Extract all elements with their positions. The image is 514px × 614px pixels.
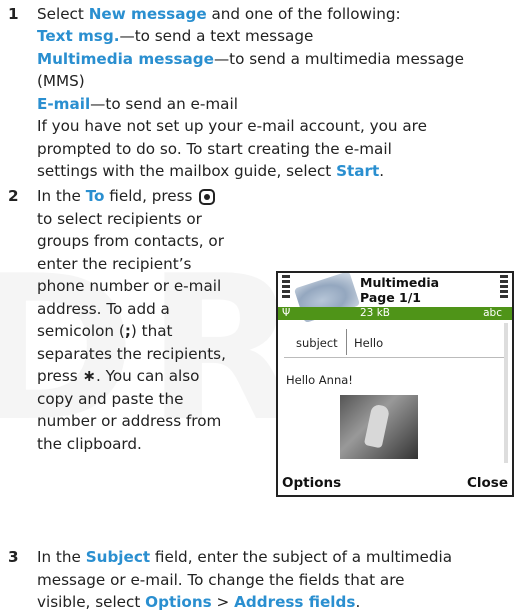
subject-field[interactable]: Hello — [354, 336, 383, 350]
step3-line2: message or e-mail. To change the fields … — [37, 571, 405, 589]
battery-level-icon — [500, 275, 508, 300]
message-body[interactable]: Hello Anna! — [286, 373, 353, 387]
input-mode-indicator: abc — [483, 307, 502, 319]
step2-line12: the clipboard. — [37, 435, 142, 453]
start-keyword: Start — [336, 162, 380, 180]
option-text-msg: Text msg.—to send a text message — [37, 27, 314, 45]
option-email: E-mail—to send an e-mail — [37, 95, 238, 113]
option-multimedia-cont: (MMS) — [37, 72, 85, 90]
header-separator — [284, 357, 506, 358]
subject-divider — [346, 329, 347, 355]
selection-key-icon — [199, 189, 216, 205]
options-softkey[interactable]: Options — [282, 474, 341, 492]
step2-line5: phone number or e-mail — [37, 277, 222, 295]
step2-line9: press ∗. You can also — [37, 366, 200, 385]
subject-label: subject — [296, 336, 338, 350]
address-fields-keyword: Address fields — [234, 593, 356, 611]
phone-page-indicator: Page 1/1 — [360, 290, 421, 305]
step2-line1: In the To field, press — [37, 185, 216, 208]
step2-line7: semicolon (;) that — [37, 322, 173, 340]
step-number-3: 3 — [8, 548, 19, 566]
step1-para-line1: If you have not set up your e-mail accou… — [37, 117, 427, 135]
step1-para-line3: settings with the mailbox guide, select … — [37, 162, 385, 180]
step2-line8: separates the recipients, — [37, 345, 226, 363]
phone-title: Multimedia — [360, 275, 440, 290]
step2-line6: address. To add a — [37, 300, 170, 318]
subject-keyword: Subject — [85, 548, 151, 566]
star-key-icon: ∗ — [82, 366, 96, 385]
option-multimedia-message: Multimedia message—to send a multimedia … — [37, 50, 464, 68]
signal-strength-icon — [282, 275, 290, 300]
phone-status-band: Ψ 23 kB abc — [278, 307, 512, 320]
step2-line4: enter the recipient’s — [37, 255, 192, 273]
step1-line1: Select New message and one of the follow… — [37, 5, 401, 23]
step2-line11: number or address from — [37, 412, 222, 430]
close-softkey[interactable]: Close — [467, 474, 508, 492]
step-number-2: 2 — [8, 187, 19, 205]
step2-line3: groups from contacts, or — [37, 232, 224, 250]
to-keyword: To — [85, 187, 105, 205]
step1-para-line2: prompted to do so. To start creating the… — [37, 140, 392, 158]
antenna-icon: Ψ — [282, 307, 291, 319]
phone-screenshot: Multimedia Page 1/1 Ψ 23 kB abc subject … — [276, 271, 514, 497]
attached-image — [340, 395, 418, 459]
message-size: 23 kB — [360, 307, 390, 319]
new-message-keyword: New message — [88, 5, 207, 23]
step3-line1: In the Subject field, enter the subject … — [37, 548, 453, 566]
step2-line2: to select recipients or — [37, 210, 202, 228]
step-number-1: 1 — [8, 5, 19, 23]
scrollbar[interactable] — [504, 323, 508, 463]
step3-line3: visible, select Options > Address fields… — [37, 593, 361, 611]
step2-line10: copy and paste the — [37, 390, 184, 408]
options-keyword: Options — [145, 593, 212, 611]
